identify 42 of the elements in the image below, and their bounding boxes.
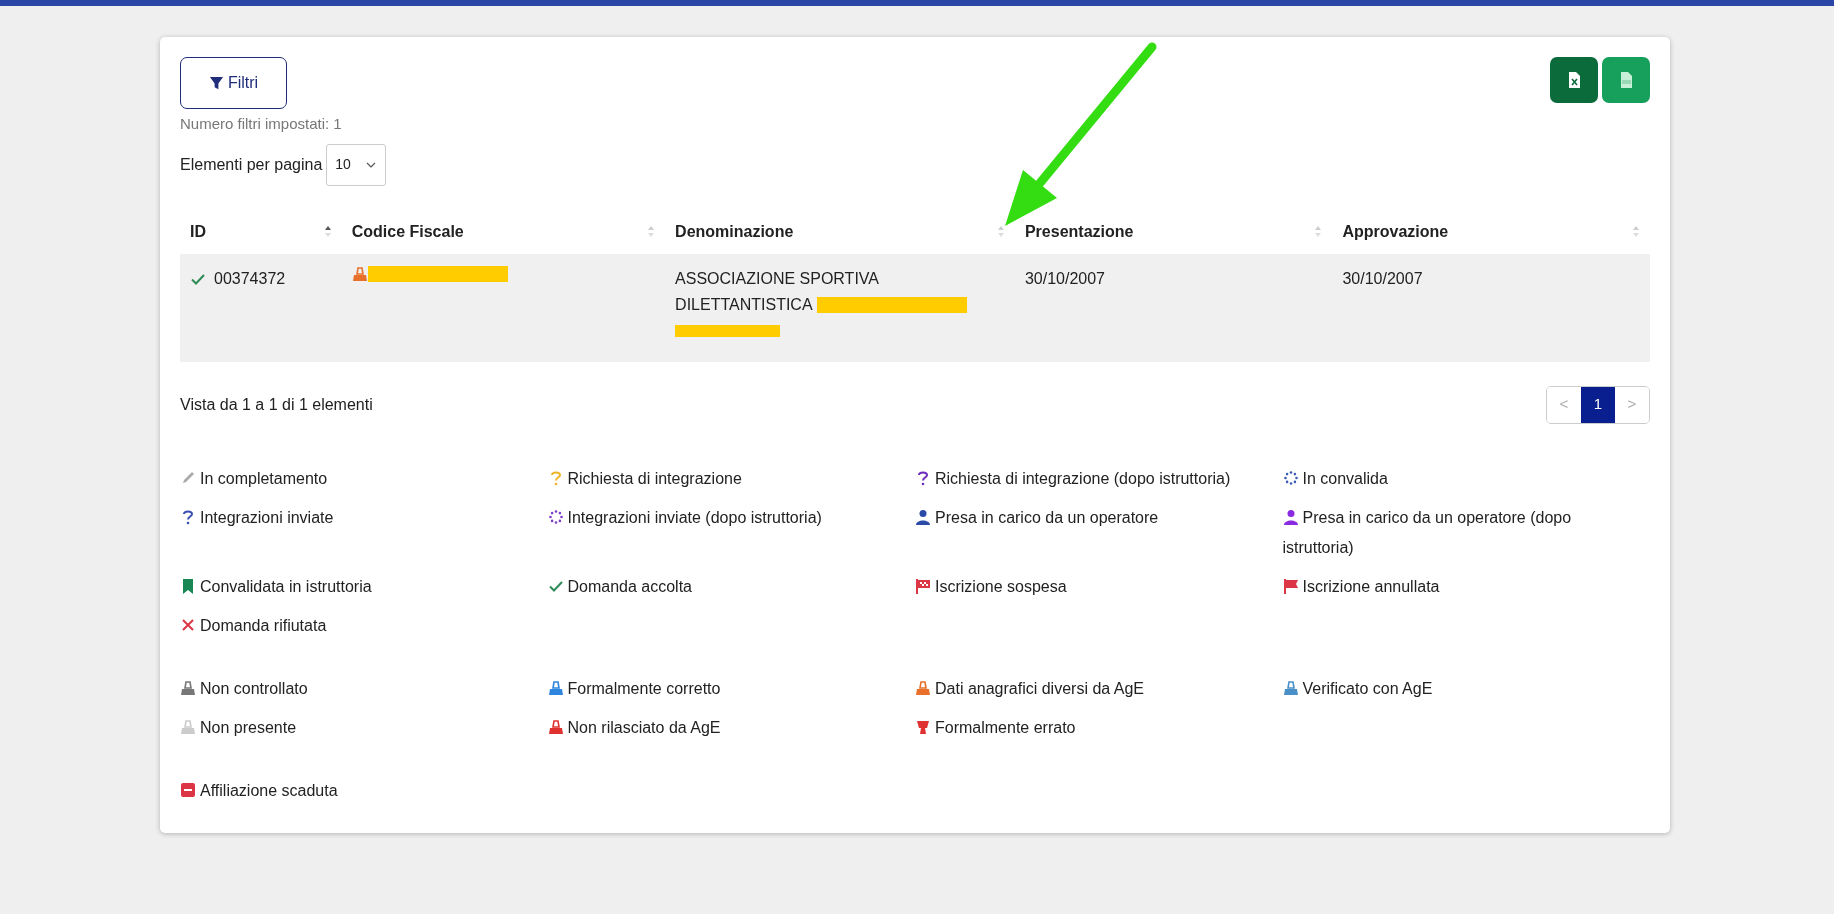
results-summary: Vista da 1 a 1 di 1 elementi xyxy=(180,394,373,415)
funnel-icon xyxy=(208,75,224,91)
legend-item: Richiesta di integrazione xyxy=(547,463,915,494)
sort-icon[interactable] xyxy=(323,225,332,238)
legend-item: Non presente xyxy=(180,712,548,743)
legend-item: Formalmente errato xyxy=(915,712,1283,743)
column-header[interactable]: Approvazione xyxy=(1342,219,1449,244)
page-size-select[interactable]: 10 xyxy=(326,143,386,186)
legend-item: Verificato con AgE xyxy=(1282,673,1650,704)
spreadsheet-file-icon xyxy=(1566,71,1582,89)
legend-item: Presa in carico da un operatore xyxy=(915,502,1283,533)
legend-item: Non rilasciato da AgE xyxy=(547,712,915,743)
page-size-label: Elementi per pagina xyxy=(180,154,323,175)
id-cell-text: 00374372 xyxy=(214,268,286,289)
date-cell-text: 30/10/2007 xyxy=(1024,269,1105,287)
legend-item: Convalidata in istruttoria xyxy=(180,571,548,602)
legend-item: Integrazioni inviate (dopo istruttoria) xyxy=(547,502,915,533)
legend-item: Domanda accolta xyxy=(547,571,915,602)
excel-export-button[interactable] xyxy=(1550,57,1598,103)
legend-item: Formalmente corretto xyxy=(547,673,915,704)
legend-item: Dati anagrafici diversi da AgE xyxy=(915,673,1283,704)
column-header[interactable]: Codice Fiscale xyxy=(351,219,464,244)
column-header[interactable]: ID xyxy=(190,219,206,244)
legend-item: Domanda rifiutata xyxy=(180,610,548,641)
csv-export-button[interactable] xyxy=(1602,57,1650,103)
filters-count-text: Numero filtri impostati: 1 xyxy=(180,114,343,134)
filter-button[interactable]: Filtri xyxy=(180,57,287,109)
legend-item: Richiesta di integrazione (dopo istruttoria) xyxy=(915,463,1283,494)
page-button[interactable]: 1 xyxy=(1581,386,1615,423)
name-cell-text: ASSOCIAZIONE SPORTIVA DILETTANTISTICA xyxy=(675,269,879,313)
legend-item: In convalida xyxy=(1282,463,1650,494)
column-header[interactable]: Denominazione xyxy=(675,219,794,244)
column-header[interactable]: Presentazione xyxy=(1024,219,1134,244)
legend-item: In completamento xyxy=(180,463,548,494)
legend-item: Affiliazione scaduta xyxy=(180,775,548,806)
legend-item: Iscrizione annullata xyxy=(1282,571,1650,602)
csv-file-icon xyxy=(1618,71,1634,89)
date-cell-text: 30/10/2007 xyxy=(1342,269,1423,287)
legend-item: Presa in carico da un operatore (dopo istruttoria) xyxy=(1282,507,1573,558)
legend-item: Iscrizione sospesa xyxy=(915,571,1283,602)
legend-item: Non controllato xyxy=(180,673,548,704)
legend-item: Integrazioni inviate xyxy=(180,502,548,533)
